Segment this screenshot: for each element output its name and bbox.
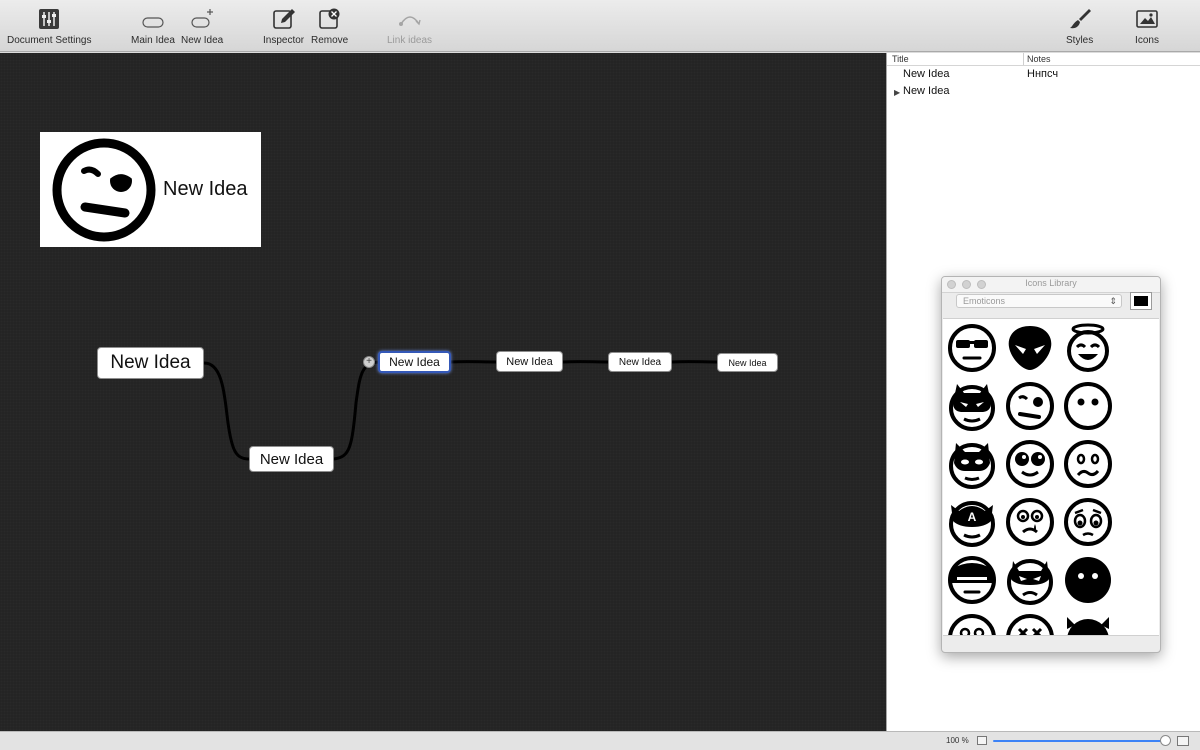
add-child-handle[interactable]: +	[363, 356, 375, 368]
dizzy-face-icon[interactable]	[947, 613, 997, 636]
mind-map-canvas[interactable]: New Idea New Idea New Idea New Idea New …	[0, 53, 886, 731]
icons-library-window: Icons Library Emoticons ⇕ A	[941, 276, 1161, 653]
new-idea-icon	[191, 9, 214, 28]
horned-face-icon[interactable]	[1063, 613, 1113, 636]
dead-face-icon[interactable]	[1005, 613, 1055, 636]
icon-color-swatch	[1134, 296, 1148, 306]
icon-idea-label: New Idea	[163, 178, 248, 200]
big-eyes-face-icon[interactable]	[1005, 439, 1055, 489]
idea-node-selected[interactable]: New Idea	[378, 351, 451, 373]
zoom-out-icon[interactable]	[977, 736, 987, 745]
idea-node[interactable]: New Idea	[717, 353, 778, 372]
document-settings-button[interactable]: Document Settings	[7, 6, 92, 46]
outline-row-title[interactable]: New Idea	[903, 85, 949, 97]
idea-node[interactable]: New Idea	[496, 351, 563, 372]
zoom-slider-knob[interactable]	[1160, 735, 1171, 746]
styles-label: Styles	[1066, 35, 1094, 46]
column-title-header[interactable]: Title	[892, 54, 909, 64]
icon-color-well[interactable]	[1130, 292, 1152, 310]
zoom-slider[interactable]	[993, 740, 1163, 742]
sunglasses-face-icon[interactable]	[947, 323, 997, 373]
devil-face-icon[interactable]	[1005, 555, 1055, 605]
icons-library-titlebar[interactable]: Icons Library	[942, 277, 1160, 293]
column-divider[interactable]	[1023, 53, 1024, 65]
sleepy-face-icon	[52, 138, 156, 241]
main-idea-button[interactable]: Main Idea	[131, 6, 175, 46]
idea-node[interactable]: New Idea	[249, 446, 334, 472]
dark-face-icon[interactable]	[1063, 555, 1113, 605]
idea-node-label: New Idea	[110, 352, 191, 373]
status-bar: 100 %	[0, 731, 1200, 750]
outline-row-title[interactable]: New Idea	[903, 68, 949, 80]
icon-grid[interactable]: A	[943, 318, 1159, 636]
idea-node-label: New Idea	[506, 355, 553, 368]
link-ideas-label: Link ideas	[387, 35, 433, 46]
zoom-level: 100 %	[946, 736, 969, 745]
remove-icon	[318, 8, 340, 29]
idea-node-label: New Idea	[389, 355, 440, 369]
confused-face-icon[interactable]	[1063, 439, 1113, 489]
paintbrush-icon	[1069, 9, 1091, 29]
new-idea-button[interactable]: New Idea	[181, 6, 223, 46]
idea-node[interactable]: New Idea	[608, 352, 672, 372]
idea-node[interactable]: New Idea	[97, 347, 204, 379]
icon-category-select[interactable]: Emoticons ⇕	[956, 294, 1122, 308]
disclosure-triangle-icon[interactable]: ▶	[894, 88, 900, 97]
inspector-label: Inspector	[263, 35, 305, 46]
blank-face-icon[interactable]	[1063, 381, 1113, 431]
inspector-button[interactable]: Inspector	[263, 6, 304, 46]
zoom-in-icon[interactable]	[1177, 736, 1189, 746]
batman-face-icon[interactable]	[947, 381, 997, 431]
icons-label: Icons	[1135, 35, 1159, 46]
document-settings-label: Document Settings	[7, 35, 92, 46]
idea-node-label: New Idea	[618, 356, 662, 368]
main-idea-icon	[142, 17, 164, 28]
worried-face-icon[interactable]	[1063, 497, 1113, 547]
cyclops-face-icon[interactable]	[947, 555, 997, 605]
link-arc-icon	[398, 16, 421, 26]
idea-node-label: New Idea	[728, 357, 767, 368]
remove-button[interactable]: Remove	[311, 6, 348, 46]
column-notes-header[interactable]: Notes	[1027, 54, 1051, 64]
connector-2	[333, 360, 380, 461]
connector-1	[203, 361, 250, 461]
angel-face-icon[interactable]	[1063, 323, 1113, 373]
crying-face-icon[interactable]	[1005, 497, 1055, 547]
captain-america-face-icon[interactable]: A	[947, 497, 997, 547]
sliders-icon	[39, 9, 60, 29]
outline-row-notes[interactable]: Ннпсч	[1027, 68, 1058, 80]
image-icon	[1136, 10, 1158, 28]
catwoman-face-icon[interactable]	[947, 439, 997, 489]
link-ideas-button[interactable]: Link ideas	[387, 6, 432, 46]
select-arrows-icon: ⇕	[1109, 296, 1117, 306]
svg-text:A: A	[968, 510, 977, 524]
remove-label: Remove	[311, 35, 349, 46]
pencil-square-icon	[272, 9, 295, 29]
icon-idea-node[interactable]: New Idea	[40, 132, 261, 247]
outline-header: Title Notes	[887, 53, 1200, 66]
icons-library-title: Icons Library	[1025, 278, 1077, 288]
styles-button[interactable]: Styles	[1066, 6, 1093, 46]
toolbar: Document Settings Main Idea New Idea Ins…	[0, 0, 1200, 52]
new-idea-label: New Idea	[181, 35, 224, 46]
idea-node-label: New Idea	[259, 450, 324, 468]
icons-button[interactable]: Icons	[1134, 6, 1160, 46]
main-idea-label: Main Idea	[131, 35, 175, 46]
alien-face-icon[interactable]	[1005, 323, 1055, 373]
sleepy-face-icon[interactable]	[1005, 381, 1055, 431]
icon-category-value: Emoticons	[963, 296, 1006, 306]
